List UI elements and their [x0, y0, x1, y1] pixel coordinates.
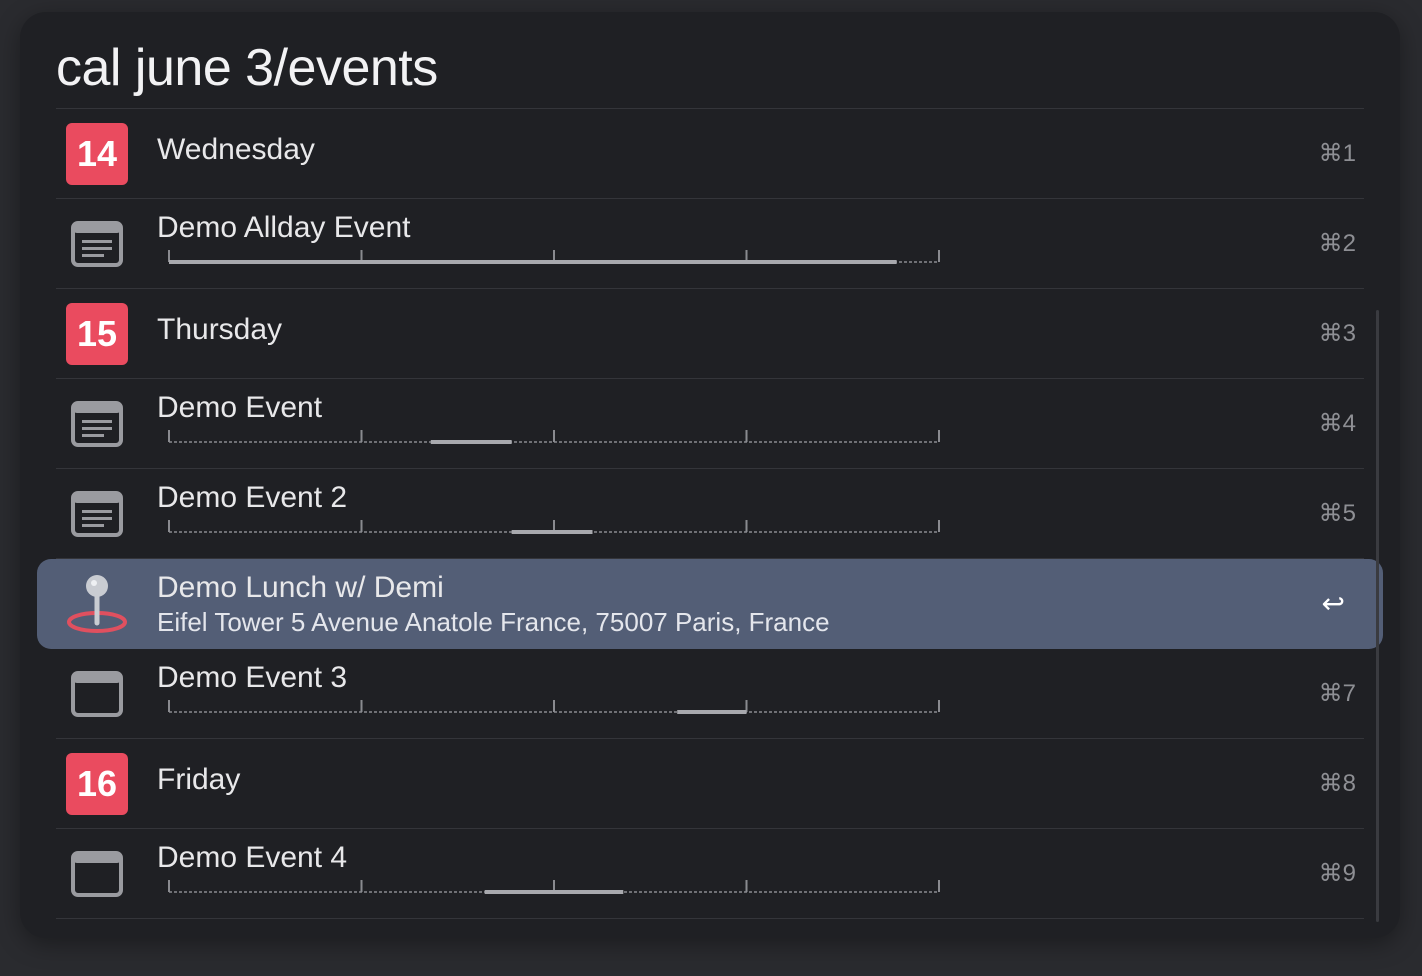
day-timeline — [168, 700, 940, 714]
shortcut-hint: ⌘2 — [1318, 230, 1356, 257]
scrollbar[interactable] — [1376, 310, 1379, 922]
date-badge-number: 14 — [66, 123, 128, 185]
date-badge-number: 16 — [66, 753, 128, 815]
day-label: Wednesday — [157, 133, 315, 166]
shortcut-hint: ⌘3 — [1318, 320, 1356, 347]
event-location: Eifel Tower 5 Avenue Anatole France, 750… — [157, 607, 830, 637]
shortcut-hint: ⌘5 — [1318, 500, 1356, 527]
day-timeline — [168, 250, 940, 264]
list-item-event[interactable]: Demo Event 2 ⌘5 — [56, 469, 1364, 559]
day-timeline — [168, 520, 940, 534]
page-title: cal june 3/events — [56, 39, 438, 97]
day-label: Friday — [157, 763, 241, 796]
calendar-icon — [66, 663, 128, 725]
shortcut-hint: ⌘1 — [1318, 140, 1356, 167]
list-item-day[interactable]: 16 Friday ⌘8 — [56, 739, 1364, 829]
event-title: Demo Event 4 — [157, 841, 348, 874]
notes-icon — [66, 483, 128, 545]
event-title: Demo Event 3 — [157, 661, 348, 694]
calendar-icon — [66, 843, 128, 905]
event-title: Demo Lunch w/ Demi — [157, 571, 444, 604]
event-list: 14 Wednesday ⌘1 Demo Allday Event ⌘2 15 … — [20, 109, 1400, 919]
shortcut-hint: ⌘8 — [1318, 770, 1356, 797]
day-timeline — [168, 880, 940, 894]
list-item-event[interactable]: Demo Event 4 ⌘9 — [56, 829, 1364, 919]
shortcut-hint: ⌘4 — [1318, 410, 1356, 437]
date-badge: 16 — [66, 753, 128, 815]
launcher-window: cal june 3/events 14 Wednesday ⌘1 Demo A… — [20, 12, 1400, 938]
list-item-day[interactable]: 15 Thursday ⌘3 — [56, 289, 1364, 379]
date-badge: 15 — [66, 303, 128, 365]
date-badge-number: 15 — [66, 303, 128, 365]
notes-icon — [66, 393, 128, 455]
shortcut-hint: ⌘7 — [1318, 680, 1356, 707]
event-title: Demo Event — [157, 391, 323, 424]
day-label: Thursday — [157, 313, 283, 346]
date-badge: 14 — [66, 123, 128, 185]
return-icon[interactable]: ↩ — [1322, 587, 1345, 620]
list-item-selected-event[interactable]: Demo Lunch w/ Demi Eifel Tower 5 Avenue … — [37, 559, 1383, 649]
event-title: Demo Allday Event — [157, 211, 411, 244]
list-item-event[interactable]: Demo Allday Event ⌘2 — [56, 199, 1364, 289]
day-timeline — [168, 430, 940, 444]
map-pin-icon — [66, 573, 128, 635]
notes-icon — [66, 213, 128, 275]
event-title: Demo Event 2 — [157, 481, 348, 514]
list-item-event[interactable]: Demo Event ⌘4 — [56, 379, 1364, 469]
list-item-day[interactable]: 14 Wednesday ⌘1 — [56, 109, 1364, 199]
shortcut-hint: ⌘9 — [1318, 860, 1356, 887]
list-item-event[interactable]: Demo Event 3 ⌘7 — [56, 649, 1364, 739]
